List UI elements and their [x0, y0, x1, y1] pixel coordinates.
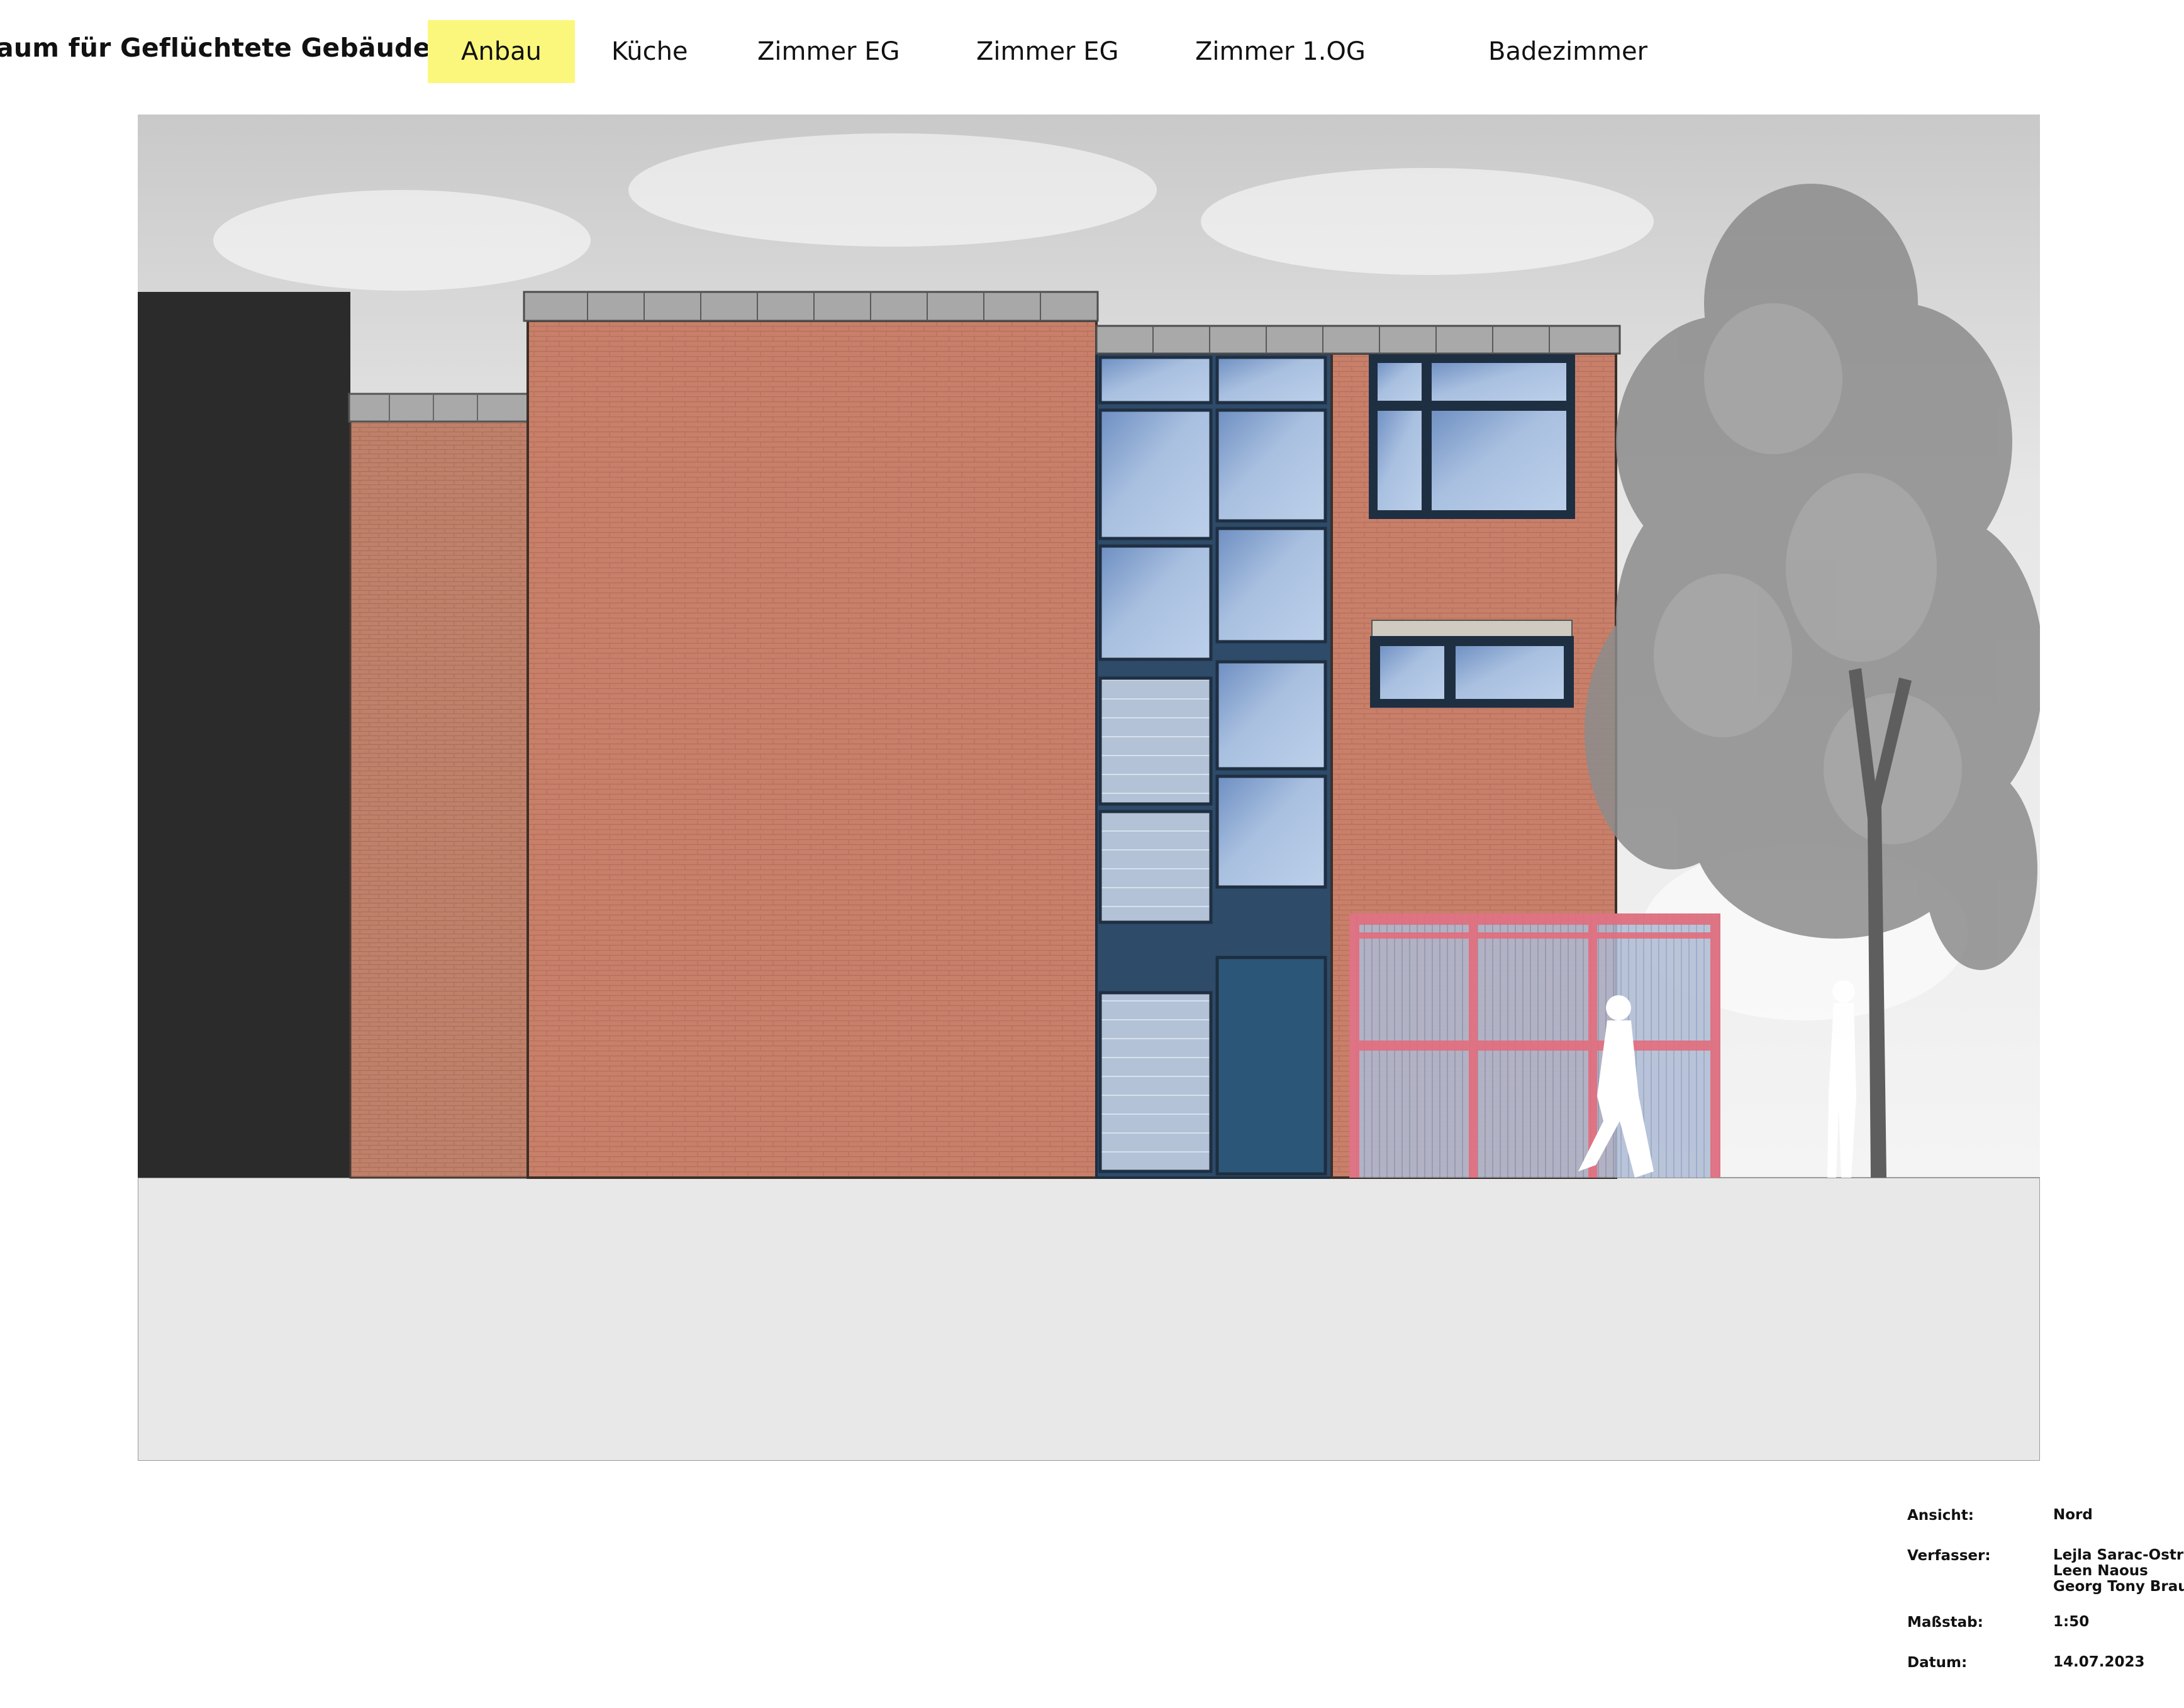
date-value: 14.07.2023	[2053, 1654, 2145, 1670]
author-label: Verfasser:	[1907, 1548, 1991, 1564]
tab-kueche[interactable]: Küche	[611, 20, 688, 83]
tab-zimmer-eg-1[interactable]: Zimmer EG	[757, 20, 900, 83]
page-title: aum für Geflüchtete Gebäude 9.1	[0, 33, 486, 63]
scale-value: 1:50	[2053, 1614, 2090, 1630]
tab-zimmer-eg-2[interactable]: Zimmer EG	[976, 20, 1118, 83]
upper-window-right	[1369, 354, 1575, 519]
tab-zimmer-1og[interactable]: Zimmer 1.OG	[1195, 20, 1366, 83]
brick-wing-small	[349, 420, 529, 1179]
parapet-main	[523, 291, 1099, 322]
pergola-structure	[1349, 913, 1720, 1178]
main-brick-wall	[526, 320, 1098, 1179]
tab-badezimmer[interactable]: Badezimmer	[1488, 20, 1647, 83]
scale-label: Maßstab:	[1907, 1614, 1983, 1631]
entrance-door	[1215, 956, 1327, 1176]
dark-building-block	[138, 292, 350, 1178]
parapet-small	[348, 393, 530, 423]
elevation-drawing	[138, 114, 2040, 1461]
author-3: Georg Tony Braun	[2053, 1578, 2184, 1595]
middle-window-right	[1370, 636, 1574, 708]
top-navigation: aum für Geflüchtete Gebäude 9.1 Anbau Kü…	[0, 0, 2184, 101]
window-lintel	[1371, 620, 1573, 639]
view-label: Ansicht:	[1907, 1507, 1974, 1524]
view-value: Nord	[2053, 1507, 2093, 1523]
tab-anbau[interactable]: Anbau	[428, 20, 575, 83]
author-2: Leen Naous	[2053, 1563, 2148, 1579]
ground-area	[138, 1177, 2040, 1461]
author-1: Lejla Sarac-Ostrov	[2053, 1547, 2184, 1563]
parapet-right	[1095, 325, 1621, 355]
date-label: Datum:	[1907, 1655, 1968, 1671]
